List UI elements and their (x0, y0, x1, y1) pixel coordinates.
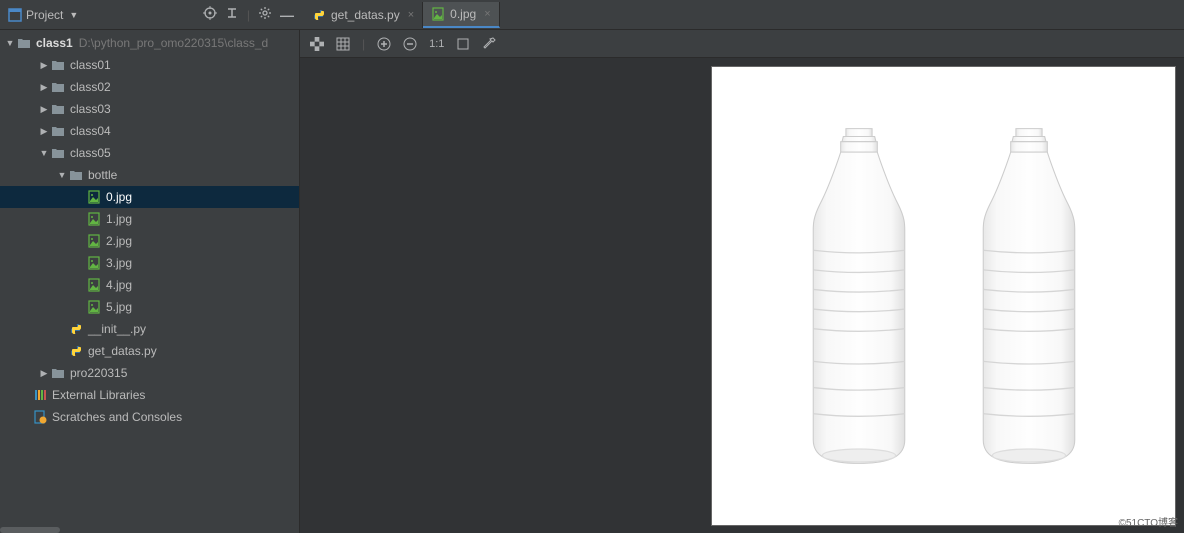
tree-item-4-jpg[interactable]: 4.jpg (0, 274, 299, 296)
zoom-out-icon[interactable] (403, 37, 417, 51)
tree-arrow-icon[interactable]: ▶ (38, 368, 50, 379)
file-icon (86, 212, 102, 226)
tree-item-label: __init__.py (88, 322, 146, 336)
tree-item-class04[interactable]: ▶ class04 (0, 120, 299, 142)
tree-arrow-icon[interactable]: ▶ (38, 60, 50, 71)
tree-item-label: 5.jpg (106, 300, 132, 314)
minimize-icon[interactable]: — (280, 7, 294, 23)
tree-item-label: get_datas.py (88, 344, 157, 358)
project-sidebar: ▼ class1 D:\python_pro_omo220315\class_d… (0, 30, 300, 533)
tree-item-label: 0.jpg (106, 190, 132, 204)
tab-label: get_datas.py (331, 8, 400, 22)
collapse-icon[interactable] (225, 6, 239, 23)
file-icon (86, 234, 102, 248)
tree-item-label: class04 (70, 124, 111, 138)
horizontal-scrollbar[interactable] (0, 527, 299, 533)
gear-icon[interactable] (258, 6, 272, 23)
tab-0-jpg[interactable]: 0.jpg × (423, 2, 499, 28)
file-icon (86, 278, 102, 292)
project-icon (8, 8, 22, 22)
folder-icon (50, 366, 66, 380)
tree-item-label: class03 (70, 102, 111, 116)
tree-item-5-jpg[interactable]: 5.jpg (0, 296, 299, 318)
editor-tabs: get_datas.py × 0.jpg × (304, 0, 500, 29)
tree-item---init---py[interactable]: __init__.py (0, 318, 299, 340)
python-icon (312, 8, 326, 22)
tree-item-label: Scratches and Consoles (52, 410, 182, 424)
tree-item-label: External Libraries (52, 388, 145, 402)
chevron-down-icon: ▼ (69, 10, 78, 20)
folder-icon (50, 102, 66, 116)
tree-item-class05[interactable]: ▼ class05 (0, 142, 299, 164)
tree-arrow-icon[interactable]: ▶ (38, 104, 50, 115)
tree-item-3-jpg[interactable]: 3.jpg (0, 252, 299, 274)
image-content (711, 66, 1176, 526)
file-icon (86, 300, 102, 314)
python-icon (68, 344, 84, 358)
target-icon[interactable] (203, 6, 217, 23)
bottle-illustration (789, 126, 929, 466)
python-icon (68, 322, 84, 336)
tree-item-2-jpg[interactable]: 2.jpg (0, 230, 299, 252)
eyedropper-icon[interactable] (482, 37, 496, 51)
tree-item-get-datas-py[interactable]: get_datas.py (0, 340, 299, 362)
tab-get-datas-py[interactable]: get_datas.py × (304, 2, 423, 28)
tree-item-label: 4.jpg (106, 278, 132, 292)
tree-item-class03[interactable]: ▶ class03 (0, 98, 299, 120)
tree-arrow-icon[interactable]: ▶ (38, 126, 50, 137)
folder-icon (50, 146, 66, 160)
folder-icon (68, 168, 84, 182)
project-label-text: Project (26, 8, 63, 22)
fit-icon[interactable] (456, 37, 470, 51)
tab-label: 0.jpg (450, 7, 476, 21)
tree-item-External-Libraries[interactable]: External Libraries (0, 384, 299, 406)
file-icon (86, 190, 102, 204)
tree-root-label: class1 (36, 36, 73, 50)
image-viewer-toolbar: | 1:1 (300, 30, 1184, 58)
bottle-illustration (959, 126, 1099, 466)
scratch-icon (32, 410, 48, 424)
scrollbar-thumb[interactable] (0, 527, 60, 533)
tree-root-path: D:\python_pro_omo220315\class_d (79, 36, 268, 50)
folder-icon (50, 80, 66, 94)
tree-item-label: 3.jpg (106, 256, 132, 270)
image-file-icon (431, 7, 445, 21)
project-tree: ▼ class1 D:\python_pro_omo220315\class_d… (0, 30, 299, 527)
chevron-down-icon[interactable]: ▼ (4, 38, 16, 48)
file-icon (86, 256, 102, 270)
tree-item-pro220315[interactable]: ▶ pro220315 (0, 362, 299, 384)
tree-arrow-icon[interactable]: ▼ (38, 148, 50, 158)
tree-item-bottle[interactable]: ▼ bottle (0, 164, 299, 186)
checkerboard-icon[interactable] (310, 37, 324, 51)
close-icon[interactable]: × (408, 9, 414, 21)
tree-item-label: bottle (88, 168, 117, 182)
folder-icon (50, 124, 66, 138)
tree-arrow-icon[interactable]: ▼ (56, 170, 68, 180)
folder-icon (50, 58, 66, 72)
tree-item-label: pro220315 (70, 366, 127, 380)
tree-item-class01[interactable]: ▶ class01 (0, 54, 299, 76)
tree-item-label: class01 (70, 58, 111, 72)
grid-icon[interactable] (336, 37, 350, 51)
lib-icon (32, 388, 48, 402)
project-dropdown[interactable]: Project ▼ (8, 8, 78, 22)
zoom-in-icon[interactable] (377, 37, 391, 51)
tree-item-Scratches-and-Consoles[interactable]: Scratches and Consoles (0, 406, 299, 428)
zoom-actual-label[interactable]: 1:1 (429, 38, 444, 50)
tree-item-class02[interactable]: ▶ class02 (0, 76, 299, 98)
tree-root[interactable]: ▼ class1 D:\python_pro_omo220315\class_d (0, 32, 299, 54)
watermark: ©51CTO博客 (1119, 514, 1178, 529)
tree-item-label: 1.jpg (106, 212, 132, 226)
tree-item-0-jpg[interactable]: 0.jpg (0, 186, 299, 208)
image-canvas[interactable]: ©51CTO博客 (300, 58, 1184, 533)
tree-item-label: class05 (70, 146, 111, 160)
close-icon[interactable]: × (484, 8, 490, 20)
tree-item-label: class02 (70, 80, 111, 94)
folder-icon (16, 36, 32, 50)
tree-item-1-jpg[interactable]: 1.jpg (0, 208, 299, 230)
tree-item-label: 2.jpg (106, 234, 132, 248)
tree-arrow-icon[interactable]: ▶ (38, 82, 50, 93)
